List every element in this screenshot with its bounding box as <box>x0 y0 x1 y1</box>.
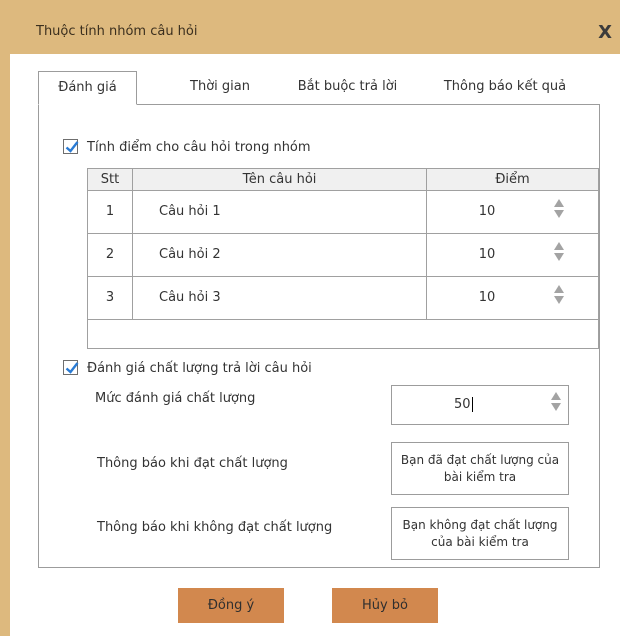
dialog-title: Thuộc tính nhóm câu hỏi <box>36 24 198 39</box>
table-header: Stt Tên câu hỏi Điểm <box>88 169 598 191</box>
table-row[interactable]: 2 Câu hỏi 2 10 <box>88 234 598 277</box>
tab-thoi-gian[interactable]: Thời gian <box>170 71 270 105</box>
column-header-score: Điểm <box>495 172 530 187</box>
row-score[interactable]: 10 <box>427 277 547 319</box>
quality-checkbox[interactable] <box>63 360 79 375</box>
checkmark-icon <box>65 141 79 153</box>
cancel-button[interactable]: Hủy bỏ <box>332 588 438 623</box>
score-spinner[interactable] <box>553 285 565 304</box>
quality-level-input[interactable]: 50 <box>391 385 569 425</box>
table-row[interactable]: 1 Câu hỏi 1 10 <box>88 191 598 234</box>
down-arrow-icon[interactable] <box>554 296 564 304</box>
down-arrow-icon[interactable] <box>554 210 564 218</box>
tab-bar: Đánh giá Thời gian Bắt buộc trả lời Thôn… <box>38 71 598 105</box>
pass-message-field[interactable]: Bạn đã đạt chất lượng của bài kiểm tra <box>391 442 569 495</box>
row-question: Câu hỏi 3 <box>133 277 427 319</box>
tab-bat-buoc-tra-loi[interactable]: Bắt buộc trả lời <box>285 71 410 105</box>
title-bar: Thuộc tính nhóm câu hỏi X <box>10 0 620 54</box>
column-header-stt: Stt <box>88 169 133 191</box>
up-arrow-icon[interactable] <box>554 285 564 293</box>
column-header-question: Tên câu hỏi <box>133 169 427 191</box>
scoring-checkbox[interactable] <box>63 139 79 154</box>
quality-level-spinner[interactable] <box>550 392 562 411</box>
properties-dialog: Thuộc tính nhóm câu hỏi X Đánh giá Thời … <box>0 0 620 636</box>
quality-checkbox-label: Đánh giá chất lượng trả lời câu hỏi <box>87 361 312 376</box>
up-arrow-icon[interactable] <box>554 199 564 207</box>
close-icon[interactable]: X <box>598 22 612 43</box>
row-question: Câu hỏi 1 <box>133 191 427 233</box>
row-score[interactable]: 10 <box>427 234 547 276</box>
score-spinner[interactable] <box>553 242 565 261</box>
up-arrow-icon[interactable] <box>551 392 561 400</box>
checkmark-icon <box>65 362 79 374</box>
tab-thong-bao-ket-qua[interactable]: Thông báo kết quả <box>430 71 580 105</box>
row-index: 1 <box>88 191 133 233</box>
evaluation-panel: Tính điểm cho câu hỏi trong nhóm Stt Tên… <box>38 104 600 568</box>
quality-level-value: 50 <box>454 397 473 412</box>
ok-button[interactable]: Đồng ý <box>178 588 284 623</box>
table-row[interactable]: 3 Câu hỏi 3 10 <box>88 277 598 320</box>
fail-message-label: Thông báo khi không đạt chất lượng <box>97 520 333 535</box>
scoring-checkbox-label: Tính điểm cho câu hỏi trong nhóm <box>87 140 311 155</box>
row-index: 3 <box>88 277 133 319</box>
fail-message-field[interactable]: Bạn không đạt chất lượng của bài kiểm tr… <box>391 507 569 560</box>
row-question: Câu hỏi 2 <box>133 234 427 276</box>
up-arrow-icon[interactable] <box>554 242 564 250</box>
row-score[interactable]: 10 <box>427 191 547 233</box>
tab-danh-gia[interactable]: Đánh giá <box>38 71 137 105</box>
score-spinner[interactable] <box>553 199 565 218</box>
down-arrow-icon[interactable] <box>551 403 561 411</box>
quality-level-label: Mức đánh giá chất lượng <box>95 391 256 406</box>
row-index: 2 <box>88 234 133 276</box>
question-table: Stt Tên câu hỏi Điểm 1 Câu hỏi 1 10 2 Câ… <box>87 168 599 349</box>
pass-message-label: Thông báo khi đạt chất lượng <box>97 456 288 471</box>
down-arrow-icon[interactable] <box>554 253 564 261</box>
